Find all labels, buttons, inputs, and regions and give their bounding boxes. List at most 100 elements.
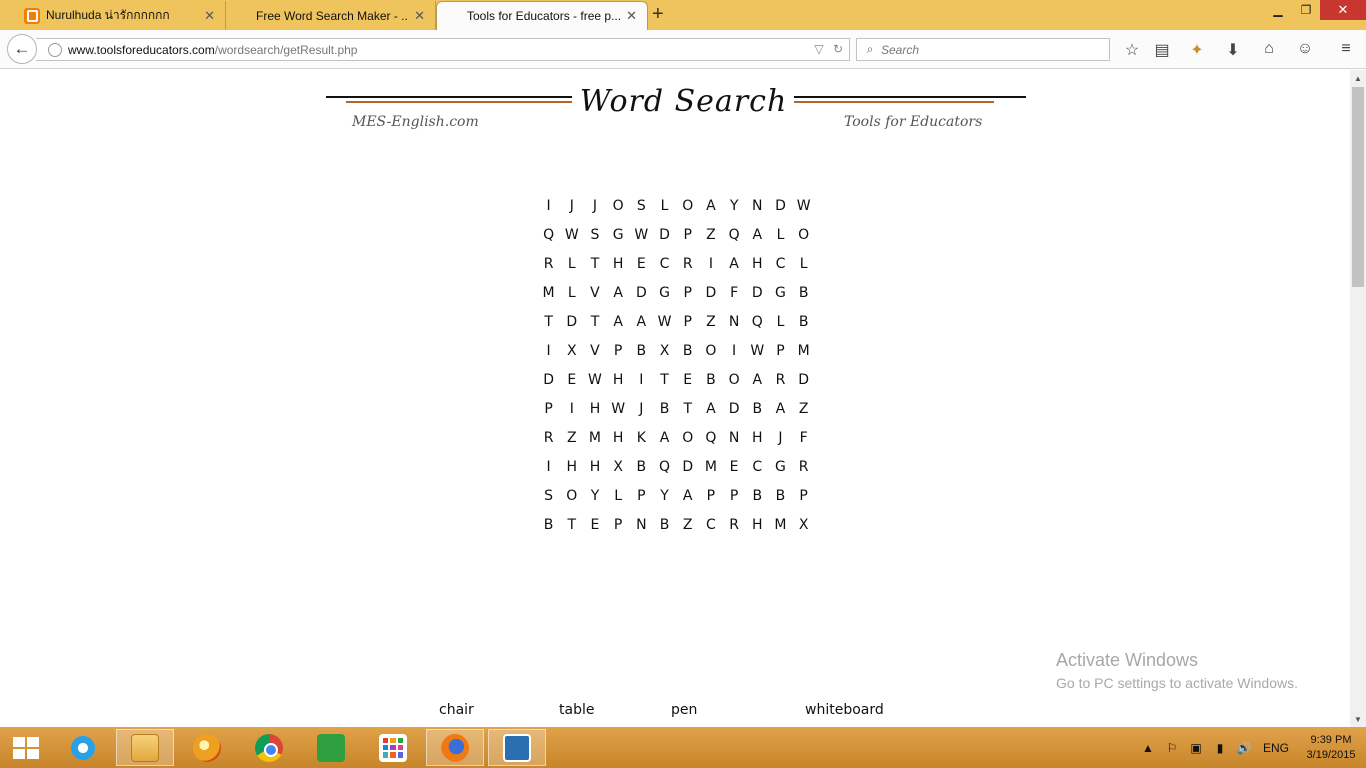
restore-button[interactable]: ❐	[1292, 0, 1320, 20]
scroll-thumb[interactable]	[1352, 87, 1364, 287]
grid-letter: B	[775, 488, 786, 504]
grid-letter: P	[613, 517, 623, 533]
address-bar[interactable]: www.toolsforeducators.com/wordsearch/get…	[36, 38, 850, 61]
chat-icon[interactable]: ☺	[1295, 40, 1315, 58]
site-name-right: Tools for Educators	[844, 114, 983, 130]
grid-letter: K	[636, 430, 646, 446]
navigation-bar: www.toolsforeducators.com/wordsearch/get…	[0, 30, 1366, 69]
grid-letter: G	[659, 285, 670, 301]
start-button[interactable]	[13, 737, 39, 759]
taskbar-internet-explorer[interactable]	[54, 729, 112, 766]
tab-nurulhuda[interactable]: Nurulhuda น่ารักกกกกก ✕	[14, 1, 226, 30]
taskbar-file-explorer[interactable]	[116, 729, 174, 766]
grid-letter: W	[750, 343, 765, 359]
window-close-button[interactable]: ✕	[1320, 0, 1366, 20]
grid-letter: O	[798, 227, 810, 243]
grid-letter: A	[729, 256, 739, 272]
search-placeholder: Search	[881, 42, 920, 57]
page-title: Word Search	[579, 84, 788, 119]
grid-letter: T	[660, 372, 669, 388]
grid-letter: D	[798, 372, 810, 388]
taskbar-paint[interactable]	[488, 729, 546, 766]
grid-letter: P	[683, 285, 692, 301]
show-hidden-icons-icon[interactable]: ▲	[1136, 741, 1160, 755]
grid-letter: N	[728, 314, 740, 330]
word-search-header: Word Search MES-English.com Tools for Ed…	[326, 84, 1026, 134]
grid-letter: Z	[798, 401, 809, 417]
search-icon: ⌕	[866, 42, 874, 56]
system-tray: ▲ ⚐ ▣ ▮ 🔊 ENG 9:39 PM 3/19/2015	[1136, 727, 1366, 768]
minimize-button[interactable]: ▁	[1264, 0, 1292, 20]
back-button[interactable]: ←	[7, 34, 37, 64]
scroll-up-icon[interactable]: ▲	[1350, 70, 1366, 86]
window-controls: ▁ ❐ ✕	[1264, 0, 1366, 20]
grid-letter: M	[774, 517, 787, 533]
grid-letter: A	[706, 401, 716, 417]
taskbar-apps[interactable]	[364, 729, 422, 766]
close-tab-icon[interactable]: ✕	[414, 8, 425, 24]
grid-letter: W	[564, 227, 579, 243]
taskbar-orb-app[interactable]	[178, 729, 236, 766]
reading-list-icon[interactable]: ▤	[1152, 40, 1172, 60]
home-icon[interactable]: ⌂	[1259, 40, 1279, 58]
grid-row: IHHXBQDMECGR	[537, 453, 815, 482]
vertical-scrollbar[interactable]: ▲ ▼	[1350, 70, 1366, 727]
grid-letter: L	[799, 256, 808, 272]
grid-letter: T	[544, 314, 553, 330]
grid-letter: O	[612, 198, 624, 214]
download-icon[interactable]: ⬇	[1223, 40, 1243, 60]
grid-letter: I	[732, 343, 737, 359]
grid-letter: B	[659, 517, 670, 533]
grid-letter: H	[589, 401, 601, 417]
tab-title: Free Word Search Maker - ...	[256, 8, 409, 23]
url-actions: ▽ ↻	[814, 42, 843, 56]
tab-tools-for-educators[interactable]: Tools for Educators - free p... ✕	[436, 1, 648, 30]
grid-letter: X	[613, 459, 623, 475]
grid-letter: B	[636, 459, 647, 475]
grid-letter: X	[659, 343, 670, 359]
taskbar-store[interactable]	[302, 729, 360, 766]
network-icon[interactable]: ▣	[1184, 741, 1208, 755]
grid-letter: L	[567, 256, 576, 272]
page-content: Word Search MES-English.com Tools for Ed…	[0, 70, 1350, 727]
grid-row: PIHWJBTADBAZ	[537, 395, 815, 424]
menu-icon[interactable]: ≡	[1336, 40, 1356, 58]
grid-letter: N	[636, 517, 647, 533]
grid-letter: A	[706, 198, 716, 214]
grid-letter: O	[682, 430, 694, 446]
reload-icon[interactable]: ↻	[833, 42, 843, 56]
dropdown-icon[interactable]: ▽	[814, 42, 823, 56]
tab-word-search-maker[interactable]: Free Word Search Maker - ... ✕	[226, 1, 436, 30]
grid-letter: P	[544, 401, 553, 417]
volume-icon[interactable]: 🔊	[1232, 741, 1256, 755]
taskbar-firefox[interactable]	[426, 729, 484, 766]
taskbar-chrome[interactable]	[240, 729, 298, 766]
scroll-down-icon[interactable]: ▼	[1350, 711, 1366, 727]
new-tab-button[interactable]: +	[652, 4, 664, 24]
power-icon[interactable]: ▮	[1208, 741, 1232, 755]
clock[interactable]: 9:39 PM 3/19/2015	[1296, 733, 1366, 763]
grid-letter: E	[590, 517, 600, 533]
language-indicator[interactable]: ENG	[1256, 741, 1296, 755]
grid-letter: B	[752, 488, 763, 504]
grid-letter: D	[751, 285, 763, 301]
flag-icon[interactable]: ⚐	[1160, 741, 1184, 755]
grid-letter: B	[706, 372, 716, 388]
windows-logo-icon	[13, 737, 25, 747]
close-tab-icon[interactable]: ✕	[626, 8, 637, 24]
grid-letter: Q	[751, 314, 763, 330]
close-tab-icon[interactable]: ✕	[204, 8, 215, 24]
grid-letter: J	[569, 198, 574, 214]
grid-letter: M	[542, 285, 555, 301]
grid-letter: G	[775, 285, 786, 301]
grid-letter: T	[590, 256, 600, 272]
bookmark-star-icon[interactable]: ☆	[1122, 40, 1142, 60]
extension-icon[interactable]: ✦	[1187, 40, 1207, 60]
grid-letter: D	[543, 372, 554, 388]
letter-grid: IJJOSLOAYNDWQWSGWDPZQALORLTHECRIAHCLMLVA…	[537, 192, 815, 540]
search-input[interactable]: ⌕ Search	[856, 38, 1110, 61]
grid-row: SOYLPYAPPBBP	[537, 482, 815, 511]
windows-taskbar: ▲ ⚐ ▣ ▮ 🔊 ENG 9:39 PM 3/19/2015	[0, 727, 1366, 768]
grid-letter: A	[613, 285, 623, 301]
grid-letter: V	[590, 285, 600, 301]
